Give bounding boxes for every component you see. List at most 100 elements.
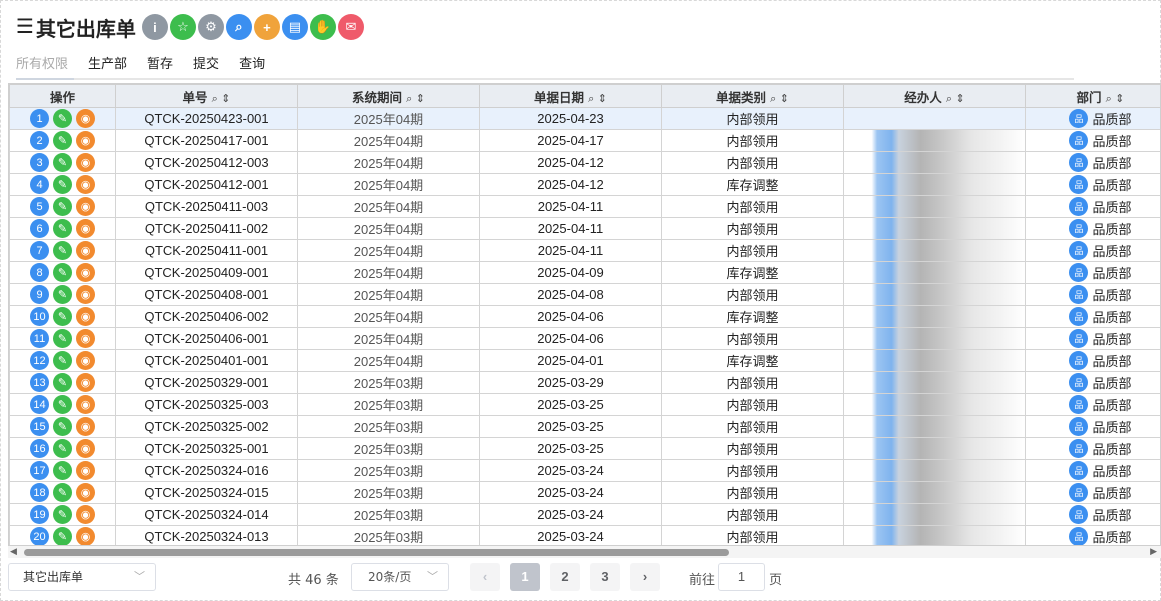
eye-icon[interactable]: ◉ (76, 373, 95, 392)
table-row[interactable]: 17 ✎ ◉ QTCK-20250324-016 2025年03期 2025-03-24 内… (9, 459, 1160, 482)
eye-icon[interactable]: ◉ (76, 505, 95, 524)
edit-icon[interactable]: ✎ (53, 483, 72, 502)
export-button[interactable]: ▤ (281, 14, 308, 40)
tab-2[interactable]: 暂存 (147, 53, 173, 72)
eye-icon[interactable]: ◉ (76, 483, 95, 502)
edit-icon[interactable]: ✎ (53, 307, 72, 326)
eye-icon[interactable]: ◉ (76, 439, 95, 458)
edit-icon[interactable]: ✎ (53, 175, 72, 194)
filter-sort-icon[interactable]: ⌕ ⇕ (1106, 92, 1125, 105)
edit-icon[interactable]: ✎ (53, 439, 72, 458)
column-header[interactable]: 部门 ⌕ ⇕ (1025, 84, 1160, 108)
column-header[interactable]: 经办人 ⌕ ⇕ (843, 84, 1026, 108)
settings-button[interactable]: ⚙ (197, 14, 224, 40)
next-page-button[interactable]: › (630, 563, 660, 591)
table-row[interactable]: 8 ✎ ◉ QTCK-20250409-001 2025年04期 2025-04-09 库存… (9, 261, 1160, 284)
table-row[interactable]: 20 ✎ ◉ QTCK-20250324-013 2025年03期 2025-03-24 内… (9, 525, 1160, 545)
search-button[interactable]: ⌕ (225, 14, 252, 40)
table-row[interactable]: 15 ✎ ◉ QTCK-20250325-002 2025年03期 2025-03-25 内… (9, 415, 1160, 438)
eye-icon[interactable]: ◉ (76, 241, 95, 260)
filter-sort-icon[interactable]: ⌕ ⇕ (946, 92, 965, 105)
period-cell: 2025年03期 (297, 437, 480, 460)
edit-icon[interactable]: ✎ (53, 219, 72, 238)
column-header[interactable]: 单号 ⌕ ⇕ (115, 84, 298, 108)
table-row[interactable]: 18 ✎ ◉ QTCK-20250324-015 2025年03期 2025-03-24 内… (9, 481, 1160, 504)
eye-icon[interactable]: ◉ (76, 395, 95, 414)
table-row[interactable]: 16 ✎ ◉ QTCK-20250325-001 2025年03期 2025-03-25 内… (9, 437, 1160, 460)
table-row[interactable]: 7 ✎ ◉ QTCK-20250411-001 2025年04期 2025-04-11 内部… (9, 239, 1160, 262)
table-row[interactable]: 11 ✎ ◉ QTCK-20250406-001 2025年04期 2025-04-06 内… (9, 327, 1160, 350)
eye-icon[interactable]: ◉ (76, 131, 95, 150)
eye-icon[interactable]: ◉ (76, 527, 95, 545)
page-3-button[interactable]: 3 (590, 563, 620, 591)
page-1-button[interactable]: 1 (510, 563, 540, 591)
eye-icon[interactable]: ◉ (76, 417, 95, 436)
edit-icon[interactable]: ✎ (53, 263, 72, 282)
table-row[interactable]: 5 ✎ ◉ QTCK-20250411-003 2025年04期 2025-04-11 内部… (9, 195, 1160, 218)
add-button[interactable]: + (253, 14, 280, 40)
table-row[interactable]: 4 ✎ ◉ QTCK-20250412-001 2025年04期 2025-04-12 库存… (9, 173, 1160, 196)
eye-icon[interactable]: ◉ (76, 307, 95, 326)
eye-icon[interactable]: ◉ (76, 197, 95, 216)
table-row[interactable]: 10 ✎ ◉ QTCK-20250406-002 2025年04期 2025-04-06 库… (9, 305, 1160, 328)
eye-icon[interactable]: ◉ (76, 153, 95, 172)
menu-icon[interactable]: ☰ (16, 17, 34, 37)
table-row[interactable]: 1 ✎ ◉ QTCK-20250423-001 2025年04期 2025-04-23 内部… (9, 107, 1160, 130)
filter-sort-icon[interactable]: ⌕ ⇕ (212, 92, 231, 105)
filter-sort-icon[interactable]: ⌕ ⇕ (406, 92, 425, 105)
edit-icon[interactable]: ✎ (53, 285, 72, 304)
column-header[interactable]: 单据类别 ⌕ ⇕ (661, 84, 844, 108)
column-header[interactable]: 单据日期 ⌕ ⇕ (479, 84, 662, 108)
edit-icon[interactable]: ✎ (53, 373, 72, 392)
table-row[interactable]: 12 ✎ ◉ QTCK-20250401-001 2025年04期 2025-04-01 库… (9, 349, 1160, 372)
approve-button[interactable]: ✋ (309, 14, 336, 40)
page-size-select[interactable]: 20条/页 ﹀ (351, 563, 449, 591)
edit-icon[interactable]: ✎ (53, 109, 72, 128)
favorite-button[interactable]: ☆ (169, 14, 196, 40)
eye-icon[interactable]: ◉ (76, 175, 95, 194)
page-2-button[interactable]: 2 (550, 563, 580, 591)
edit-icon[interactable]: ✎ (53, 197, 72, 216)
table-row[interactable]: 6 ✎ ◉ QTCK-20250411-002 2025年04期 2025-04-11 内部… (9, 217, 1160, 240)
edit-icon[interactable]: ✎ (53, 505, 72, 524)
filter-sort-icon[interactable]: ⌕ ⇕ (588, 92, 607, 105)
mail-button[interactable]: ✉ (337, 14, 364, 40)
scroll-left-icon[interactable]: ◀ (10, 546, 17, 557)
table-row[interactable]: 2 ✎ ◉ QTCK-20250417-001 2025年04期 2025-04-17 内部… (9, 129, 1160, 152)
eye-icon[interactable]: ◉ (76, 109, 95, 128)
tab-0[interactable]: 所有权限 (16, 53, 68, 72)
eye-icon[interactable]: ◉ (76, 351, 95, 370)
tab-1[interactable]: 生产部 (88, 53, 127, 72)
tab-4[interactable]: 查询 (239, 53, 265, 72)
eye-icon[interactable]: ◉ (76, 219, 95, 238)
table-row[interactable]: 19 ✎ ◉ QTCK-20250324-014 2025年03期 2025-03-24 内… (9, 503, 1160, 526)
eye-icon[interactable]: ◉ (76, 285, 95, 304)
prev-page-button[interactable]: ‹ (470, 563, 500, 591)
scrollbar-thumb[interactable] (24, 549, 729, 556)
eye-icon[interactable]: ◉ (76, 329, 95, 348)
edit-icon[interactable]: ✎ (53, 417, 72, 436)
table-row[interactable]: 14 ✎ ◉ QTCK-20250325-003 2025年03期 2025-03-25 内… (9, 393, 1160, 416)
goto-page-input[interactable]: 1 (718, 563, 765, 591)
scroll-right-icon[interactable]: ▶ (1150, 546, 1157, 557)
edit-icon[interactable]: ✎ (53, 131, 72, 150)
edit-icon[interactable]: ✎ (53, 329, 72, 348)
horizontal-scrollbar[interactable]: ◀ ▶ (8, 546, 1161, 558)
edit-icon[interactable]: ✎ (53, 351, 72, 370)
edit-icon[interactable]: ✎ (53, 153, 72, 172)
table-row[interactable]: 3 ✎ ◉ QTCK-20250412-003 2025年04期 2025-04-12 内部… (9, 151, 1160, 174)
edit-icon[interactable]: ✎ (53, 395, 72, 414)
eye-icon[interactable]: ◉ (76, 461, 95, 480)
eye-icon[interactable]: ◉ (76, 263, 95, 282)
table-row[interactable]: 13 ✎ ◉ QTCK-20250329-001 2025年03期 2025-03-29 内… (9, 371, 1160, 394)
column-header[interactable]: 操作 (9, 84, 116, 108)
tab-3[interactable]: 提交 (193, 53, 219, 72)
edit-icon[interactable]: ✎ (53, 527, 72, 545)
info-button[interactable]: i (141, 14, 168, 40)
edit-icon[interactable]: ✎ (53, 241, 72, 260)
edit-icon[interactable]: ✎ (53, 461, 72, 480)
column-header[interactable]: 系统期间 ⌕ ⇕ (297, 84, 480, 108)
table-row[interactable]: 9 ✎ ◉ QTCK-20250408-001 2025年04期 2025-04-08 内部… (9, 283, 1160, 306)
filter-sort-icon[interactable]: ⌕ ⇕ (770, 92, 789, 105)
view-select[interactable]: 其它出库单 ﹀ (8, 563, 156, 591)
